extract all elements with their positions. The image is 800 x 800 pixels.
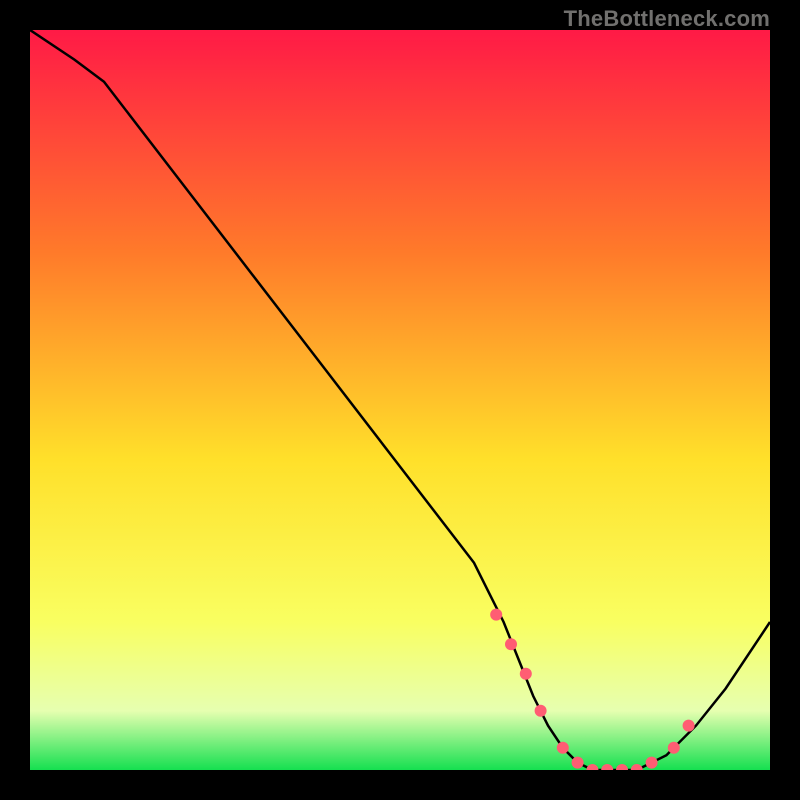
marker-dot — [535, 705, 547, 717]
watermark-label: TheBottleneck.com — [564, 6, 770, 32]
marker-dot — [557, 742, 569, 754]
curve-path — [30, 30, 770, 770]
marker-dot — [631, 764, 643, 770]
marker-dot — [646, 757, 658, 769]
marker-dot — [520, 668, 532, 680]
marker-dot — [505, 638, 517, 650]
marker-dot — [601, 764, 613, 770]
marker-dot — [616, 764, 628, 770]
marker-dot — [572, 757, 584, 769]
marker-group — [490, 609, 694, 770]
plot-area — [30, 30, 770, 770]
marker-dot — [668, 742, 680, 754]
marker-dot — [683, 720, 695, 732]
marker-dot — [490, 609, 502, 621]
bottleneck-curve — [30, 30, 770, 770]
marker-dot — [586, 764, 598, 770]
